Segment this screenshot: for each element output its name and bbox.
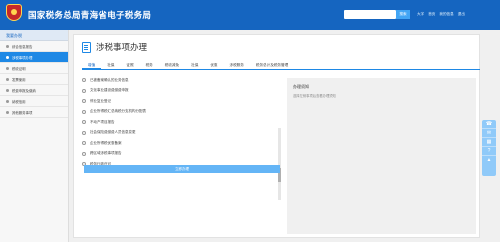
- sidebar-item-declaration[interactable]: 税费申报及缴纳: [0, 85, 68, 96]
- radio-icon[interactable]: [82, 130, 86, 135]
- radio-icon[interactable]: [82, 120, 86, 125]
- phone-icon[interactable]: ☎: [482, 120, 496, 129]
- list-item[interactable]: 跨区域涉税事项报告: [82, 149, 282, 160]
- radio-icon[interactable]: [82, 99, 86, 104]
- tab-social-security[interactable]: 社保: [101, 61, 120, 69]
- tab-tax-relief[interactable]: 税收减免: [159, 61, 185, 69]
- bullet-icon: [6, 99, 9, 103]
- document-icon: [82, 41, 91, 53]
- my-info-link[interactable]: 我的信息: [439, 12, 453, 17]
- list-item[interactable]: 文化事业建设费缴费申报: [82, 86, 282, 97]
- tab-preferential[interactable]: 优惠: [204, 61, 223, 69]
- page-title: 涉税事项办理: [96, 42, 148, 52]
- list-item[interactable]: 社会保险费缴费人员信息变更: [82, 128, 282, 139]
- sidebar-item-label: 其他服务事项: [12, 110, 33, 115]
- tab-bar: 增值 社保 证照 税务 税收减免 社保 优惠 涉税服务 税务总计及税务管理: [82, 61, 480, 70]
- sidebar-item-label: 纳税信用: [12, 99, 26, 104]
- help-icon[interactable]: ?: [482, 147, 496, 156]
- list-item-label: 企业所得税优惠备案: [90, 140, 122, 145]
- radio-icon[interactable]: [82, 151, 86, 156]
- top-links: 大字 首页 我的信息 退出: [417, 12, 465, 17]
- notice-text: 选择左侧事项后查看办理须知: [293, 94, 336, 98]
- item-list: 已被备案确认的业务信息 文化事业建设费缴费申报 停业复业登记 企业所得税汇总纳税…: [82, 75, 282, 201]
- bullet-icon: [6, 44, 9, 48]
- bullet-icon: [6, 88, 9, 92]
- top-arrow-icon[interactable]: ▲: [482, 156, 496, 165]
- tab-license[interactable]: 证照: [120, 61, 139, 69]
- notice-box: 办理须知 选择左侧事项后查看办理须知: [287, 78, 476, 234]
- panel-header: 涉税事项办理: [82, 41, 147, 53]
- sidebar-item-label: 涉税事项办理: [12, 55, 33, 60]
- site-title: 国家税务总局青海省电子税务局: [28, 10, 152, 20]
- sidebar-item-label: 发票使用: [12, 77, 26, 82]
- top-header: 国家税务总局青海省电子税务局 搜索 大字 首页 我的信息 退出: [0, 0, 500, 30]
- sidebar-item-label: 税费申报及缴纳: [12, 88, 36, 93]
- list-item[interactable]: 不动产项目报告: [82, 117, 282, 128]
- tab-social-2[interactable]: 社保: [185, 61, 204, 69]
- floating-toolbar: ☎ ✉ ▦ ? ▲: [482, 120, 496, 176]
- list-item[interactable]: 企业所得税优惠备案: [82, 138, 282, 149]
- bullet-icon: [6, 110, 9, 114]
- list-item-label: 企业所得税汇总纳税分支机构分配表: [90, 109, 146, 114]
- radio-icon[interactable]: [82, 141, 86, 146]
- list-item-label: 跨区域涉税事项报告: [90, 151, 122, 156]
- search-input[interactable]: [344, 10, 396, 19]
- tab-tax[interactable]: 税务: [140, 61, 159, 69]
- radio-icon[interactable]: [82, 88, 86, 93]
- sidebar-item-label: 税收证明: [12, 66, 26, 71]
- list-item-label: 社会保险费缴费人员信息变更: [90, 130, 136, 135]
- bullet-icon: [6, 66, 9, 70]
- search-button[interactable]: 搜索: [396, 10, 410, 19]
- logout-link[interactable]: 退出: [458, 12, 465, 17]
- sidebar-item-invoice[interactable]: 发票使用: [0, 74, 68, 85]
- sidebar: 我要办税 综合信息报告 涉税事项办理 税收证明 发票使用 税费申报及缴纳 纳税信…: [0, 30, 69, 242]
- sidebar-item-credit[interactable]: 纳税信用: [0, 96, 68, 107]
- sidebar-item-tax-certificate[interactable]: 税收证明: [0, 63, 68, 74]
- notice-title: 办理须知: [293, 84, 309, 89]
- tab-tax-management[interactable]: 税务总计及税务管理: [250, 61, 294, 69]
- handle-now-button[interactable]: 立即办理: [84, 165, 280, 173]
- sidebar-item-tax-affairs[interactable]: 涉税事项办理: [0, 52, 68, 63]
- tab-tax-service[interactable]: 涉税服务: [224, 61, 250, 69]
- list-item-label: 不动产项目报告: [90, 119, 115, 124]
- radio-icon[interactable]: [82, 109, 86, 114]
- bullet-icon: [6, 55, 9, 59]
- list-item[interactable]: 已被备案确认的业务信息: [82, 75, 282, 86]
- list-item-label: 停业复业登记: [90, 98, 111, 103]
- main-panel: 涉税事项办理 增值 社保 证照 税务 税收减免 社保 优惠 涉税服务 税务总计及…: [73, 34, 480, 238]
- sidebar-item-info-report[interactable]: 综合信息报告: [0, 41, 68, 52]
- sidebar-heading: 我要办税: [0, 30, 68, 41]
- tab-vat[interactable]: 增值: [82, 61, 102, 69]
- list-item[interactable]: 企业所得税汇总纳税分支机构分配表: [82, 107, 282, 118]
- sidebar-item-other[interactable]: 其他服务事项: [0, 107, 68, 118]
- chat-icon[interactable]: ✉: [482, 129, 496, 138]
- bullet-icon: [6, 77, 9, 81]
- list-item-label: 文化事业建设费缴费申报: [90, 88, 129, 93]
- tax-emblem-icon: [6, 4, 22, 21]
- list-scrollbar[interactable]: [278, 128, 281, 200]
- list-item-label: 已被备案确认的业务信息: [90, 77, 129, 82]
- large-font-link[interactable]: 大字: [417, 12, 424, 17]
- list-item[interactable]: 停业复业登记: [82, 96, 282, 107]
- sidebar-item-label: 综合信息报告: [12, 44, 33, 49]
- radio-icon[interactable]: [82, 78, 86, 83]
- qr-code-icon[interactable]: ▦: [482, 138, 496, 147]
- home-link[interactable]: 首页: [428, 12, 435, 17]
